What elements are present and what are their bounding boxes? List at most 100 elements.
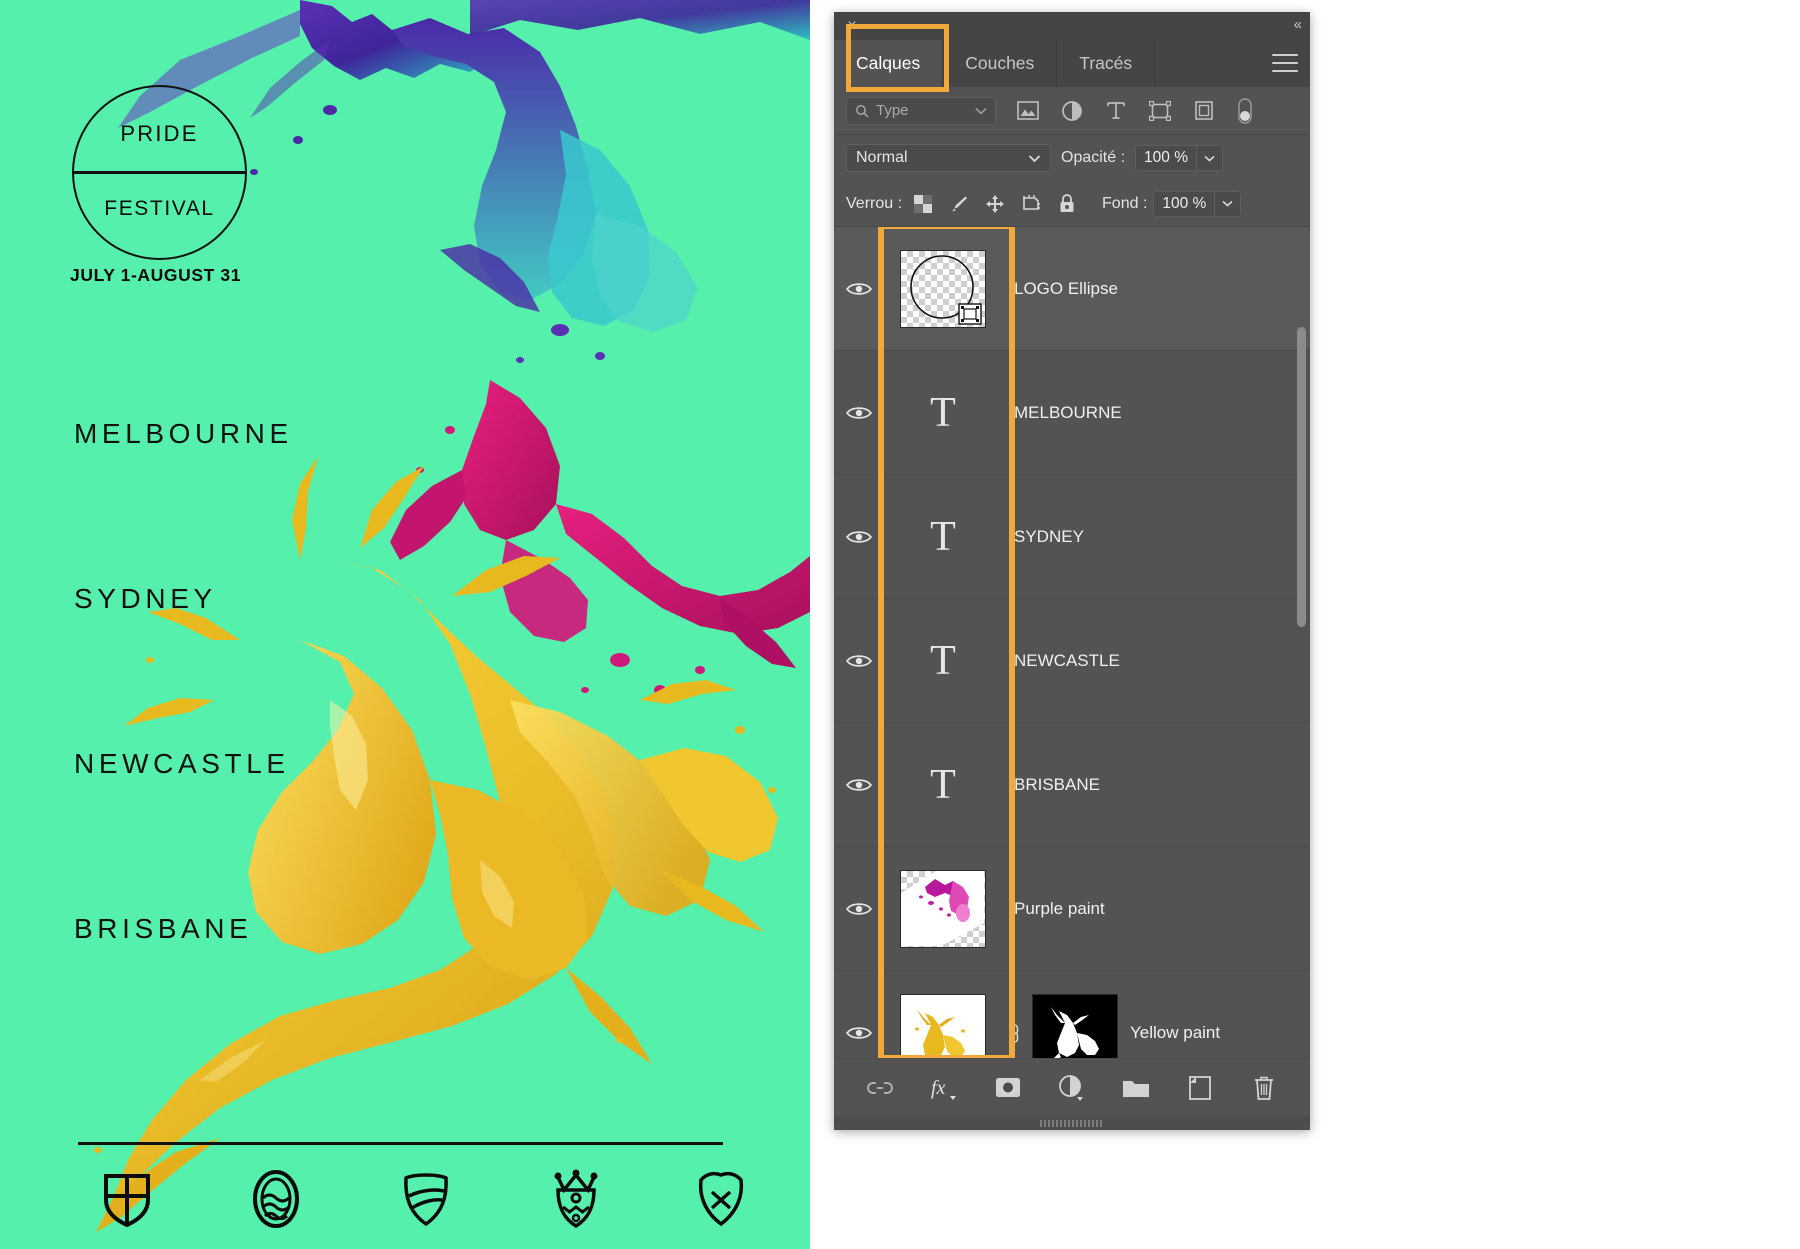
fill-field-group: 100 % bbox=[1153, 191, 1241, 217]
blend-mode-select[interactable]: Normal bbox=[846, 144, 1051, 172]
text-layer-thumbnail[interactable]: T bbox=[900, 746, 986, 824]
text-filter-icon[interactable] bbox=[1094, 96, 1138, 126]
shape-filter-icon[interactable] bbox=[1138, 96, 1182, 126]
layer-thumbnail-cell[interactable] bbox=[884, 250, 1002, 328]
opacity-field-group: 100 % bbox=[1135, 145, 1223, 171]
layer-name-sydney[interactable]: SYDNEY bbox=[1002, 527, 1310, 547]
fill-input[interactable]: 100 % bbox=[1153, 191, 1215, 217]
eye-visible-icon[interactable] bbox=[834, 847, 884, 970]
close-icon[interactable]: × bbox=[844, 18, 860, 34]
layer-row-sydney[interactable]: T SYDNEY bbox=[834, 475, 1310, 599]
text-layer-glyph: T bbox=[930, 640, 956, 682]
text-layer-thumbnail[interactable]: T bbox=[900, 622, 986, 700]
layer-row-yellow-paint[interactable]: Yellow paint bbox=[834, 971, 1310, 1058]
panel-resize-grip[interactable] bbox=[834, 1116, 1310, 1130]
shield-x-crest-icon bbox=[690, 1168, 752, 1230]
new-group-folder-icon[interactable] bbox=[1119, 1071, 1153, 1105]
layer-thumbnail-cell[interactable] bbox=[884, 870, 1002, 948]
layer-row-purple-paint[interactable]: Purple paint bbox=[834, 847, 1310, 971]
yellow-paint-thumbnail[interactable] bbox=[900, 994, 986, 1059]
eye-visible-icon[interactable] bbox=[834, 351, 884, 474]
eye-visible-icon[interactable] bbox=[834, 599, 884, 722]
layer-row-melbourne[interactable]: T MELBOURNE bbox=[834, 351, 1310, 475]
oval-wave-crest-icon bbox=[245, 1168, 307, 1230]
logo-line2: FESTIVAL bbox=[72, 197, 247, 221]
opacity-label: Opacité : bbox=[1061, 149, 1125, 167]
tab-couches-label: Couches bbox=[965, 53, 1034, 74]
filter-type-select[interactable]: Type bbox=[846, 97, 996, 125]
layer-name-logo-ellipse[interactable]: LOGO Ellipse bbox=[1002, 279, 1310, 299]
blend-mode-value: Normal bbox=[856, 149, 1028, 167]
tab-calques[interactable]: Calques bbox=[834, 40, 943, 87]
layer-name-newcastle[interactable]: NEWCASTLE bbox=[1002, 651, 1310, 671]
lock-label: Verrou : bbox=[846, 195, 902, 213]
svg-text:fx: fx bbox=[931, 1077, 946, 1099]
poster-dates: JULY 1-AUGUST 31 bbox=[70, 265, 241, 286]
eye-visible-icon[interactable] bbox=[834, 227, 884, 350]
lock-transparency-checker-icon[interactable] bbox=[908, 190, 938, 218]
smart-object-filter-icon[interactable] bbox=[1182, 96, 1226, 126]
ellipse-shape-thumbnail[interactable] bbox=[900, 250, 986, 328]
tab-traces[interactable]: Tracés bbox=[1057, 40, 1155, 87]
fill-stepper[interactable] bbox=[1215, 191, 1241, 217]
eye-visible-icon[interactable] bbox=[834, 475, 884, 598]
opacity-input[interactable]: 100 % bbox=[1135, 145, 1197, 171]
pride-festival-logo: PRIDE FESTIVAL bbox=[72, 85, 247, 260]
lock-all-padlock-icon[interactable] bbox=[1052, 190, 1082, 218]
layer-list-scrollbar[interactable] bbox=[1297, 327, 1306, 627]
eye-visible-icon[interactable] bbox=[834, 971, 884, 1058]
layer-thumbnail-cell[interactable]: T bbox=[884, 374, 1002, 452]
chevron-down-icon bbox=[1204, 155, 1215, 162]
layer-row-newcastle[interactable]: T NEWCASTLE bbox=[834, 599, 1310, 723]
layer-mask-thumbnail[interactable] bbox=[1032, 994, 1118, 1059]
logo-divider-line bbox=[72, 171, 247, 174]
layer-row-brisbane[interactable]: T BRISBANE bbox=[834, 723, 1310, 847]
text-layer-glyph: T bbox=[930, 516, 956, 558]
layer-name-melbourne[interactable]: MELBOURNE bbox=[1002, 403, 1310, 423]
layer-name-yellow-paint[interactable]: Yellow paint bbox=[1118, 1023, 1310, 1043]
opacity-stepper[interactable] bbox=[1197, 145, 1223, 171]
lock-artboard-nesting-icon[interactable] bbox=[1016, 190, 1046, 218]
logo-line1: PRIDE bbox=[72, 121, 247, 147]
delete-layer-trash-icon[interactable] bbox=[1247, 1071, 1281, 1105]
layers-panel-bottom-bar: fx bbox=[834, 1058, 1310, 1116]
layers-panel: × « Calques Couches Tracés bbox=[834, 12, 1310, 1130]
tab-traces-label: Tracés bbox=[1079, 53, 1132, 74]
text-layer-thumbnail[interactable]: T bbox=[900, 374, 986, 452]
text-layer-thumbnail[interactable]: T bbox=[900, 498, 986, 576]
layer-thumbnail-cell[interactable] bbox=[884, 994, 1002, 1059]
layer-list[interactable]: LOGO Ellipse T MELBOURNE bbox=[834, 227, 1310, 1058]
layer-thumbnail-cell[interactable]: T bbox=[884, 498, 1002, 576]
poster-crest-row bbox=[60, 1168, 720, 1238]
adjustment-filter-icon[interactable] bbox=[1050, 96, 1094, 126]
shield-cross-crest-icon bbox=[96, 1168, 158, 1230]
new-layer-icon[interactable] bbox=[1183, 1071, 1217, 1105]
purple-paint-thumbnail[interactable] bbox=[900, 870, 986, 948]
layer-thumbnail-cell[interactable]: T bbox=[884, 746, 1002, 824]
lock-move-arrows-icon[interactable] bbox=[980, 190, 1010, 218]
link-layers-icon[interactable] bbox=[863, 1071, 897, 1105]
layer-row-logo-ellipse[interactable]: LOGO Ellipse bbox=[834, 227, 1310, 351]
filter-toggle-switch-icon[interactable] bbox=[1232, 96, 1258, 126]
collapse-panel-icon[interactable]: « bbox=[1294, 17, 1300, 33]
layer-name-brisbane[interactable]: BRISBANE bbox=[1002, 775, 1310, 795]
eye-visible-icon[interactable] bbox=[834, 723, 884, 846]
layer-effects-fx-icon[interactable]: fx bbox=[927, 1071, 961, 1105]
add-layer-mask-icon[interactable] bbox=[991, 1071, 1025, 1105]
layer-thumbnail-cell[interactable]: T bbox=[884, 622, 1002, 700]
chevron-down-icon bbox=[1028, 154, 1041, 163]
tab-couches[interactable]: Couches bbox=[943, 40, 1057, 87]
fill-label: Fond : bbox=[1102, 195, 1147, 213]
poster-city-brisbane: BRISBANE bbox=[74, 913, 252, 945]
layer-name-purple-paint[interactable]: Purple paint bbox=[1002, 899, 1310, 919]
blend-mode-row: Normal Opacité : 100 % bbox=[834, 135, 1310, 181]
mask-link-icon[interactable] bbox=[1002, 1022, 1026, 1044]
lock-paint-brush-icon[interactable] bbox=[944, 190, 974, 218]
hamburger-menu-icon[interactable] bbox=[1272, 54, 1298, 72]
new-adjustment-layer-icon[interactable] bbox=[1055, 1071, 1089, 1105]
chevron-down-icon bbox=[975, 107, 987, 115]
tab-calques-label: Calques bbox=[856, 53, 920, 74]
poster-city-sydney: SYDNEY bbox=[74, 583, 217, 615]
image-filter-icon[interactable] bbox=[1006, 96, 1050, 126]
filter-icon-group bbox=[1006, 96, 1226, 126]
